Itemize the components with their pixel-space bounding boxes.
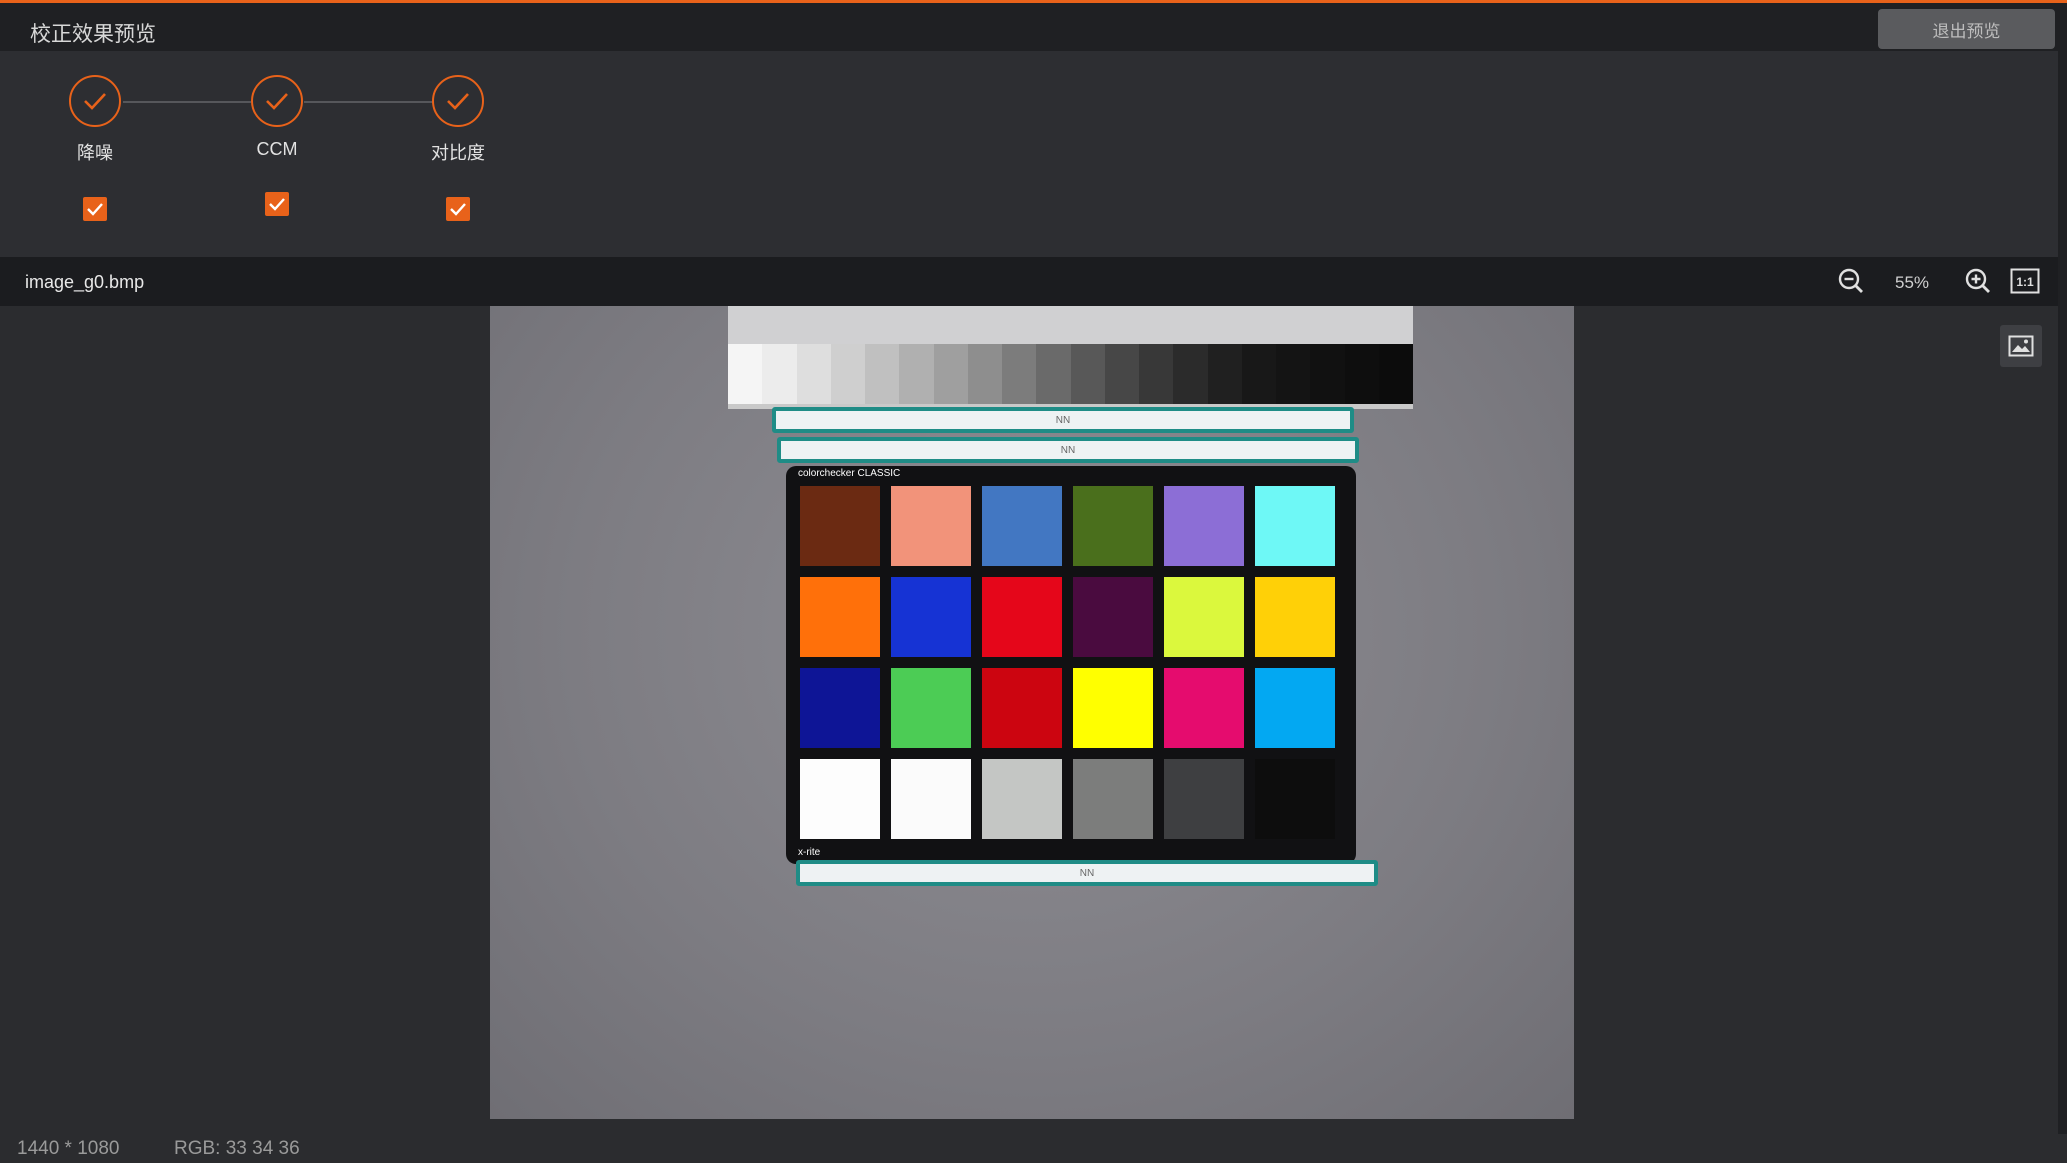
app-window: 校正效果预览 退出预览 降噪 CCM 对比度 image_g0.bmp 55% … — [0, 0, 2067, 1163]
color-patch — [800, 486, 880, 566]
color-patch — [1073, 577, 1153, 657]
gray-step — [1070, 344, 1105, 404]
gray-step — [1276, 344, 1311, 404]
gray-step — [865, 344, 900, 404]
gray-step — [1036, 344, 1071, 404]
window-title: 校正效果预览 — [30, 23, 156, 46]
step-contrast: 对比度 — [393, 75, 523, 221]
color-patch — [1164, 759, 1244, 839]
card-footer: x-rite — [798, 847, 821, 858]
status-bar: 1440 * 1080 RGB: 33 34 36 — [0, 1134, 2067, 1163]
title-bar: 校正效果预览 退出预览 — [0, 3, 2067, 51]
gray-scale-ruler — [728, 306, 1413, 344]
gray-step — [1344, 344, 1379, 404]
color-patch — [1164, 668, 1244, 748]
gray-step — [1139, 344, 1174, 404]
gray-step — [1002, 344, 1037, 404]
step-denoise: 降噪 — [30, 75, 160, 221]
gray-scale-chart — [728, 306, 1413, 409]
gray-step — [830, 344, 865, 404]
window-edge — [2058, 51, 2067, 1163]
colorchecker-card: colorchecker CLASSIC x-rite — [786, 466, 1356, 864]
step-checkbox[interactable] — [83, 197, 107, 221]
gray-step — [933, 344, 968, 404]
step-done-icon — [251, 75, 303, 127]
color-patch — [1255, 759, 1335, 839]
exit-preview-button[interactable]: 退出预览 — [1878, 9, 2055, 49]
step-checkbox[interactable] — [446, 197, 470, 221]
color-patch — [982, 486, 1062, 566]
gray-step — [1173, 344, 1208, 404]
gray-step — [1104, 344, 1139, 404]
color-patch — [1164, 577, 1244, 657]
color-patch — [1073, 759, 1153, 839]
color-patch — [891, 668, 971, 748]
gray-steps — [728, 344, 1413, 404]
gray-step — [1310, 344, 1345, 404]
zoom-level: 55% — [1894, 273, 1930, 292]
color-patch — [891, 486, 971, 566]
step-done-icon — [432, 75, 484, 127]
gray-step — [796, 344, 831, 404]
color-patch — [891, 759, 971, 839]
color-patch — [1255, 486, 1335, 566]
image-toolbar: image_g0.bmp 55% 1:1 — [0, 257, 2067, 306]
step-label: 降噪 — [77, 143, 113, 163]
nn-label-bar: NN — [777, 437, 1359, 463]
preview-image: NN NN colorchecker CLASSIC x-rite NN — [490, 306, 1574, 1119]
color-patch — [800, 668, 880, 748]
color-patch — [982, 759, 1062, 839]
correction-steps-panel: 降噪 CCM 对比度 — [0, 51, 2067, 257]
gray-step — [1378, 344, 1413, 404]
step-ccm: CCM — [212, 75, 342, 216]
step-checkbox[interactable] — [265, 192, 289, 216]
image-viewer[interactable]: NN NN colorchecker CLASSIC x-rite NN — [0, 306, 2067, 1134]
zoom-in-icon[interactable] — [1963, 266, 1993, 296]
color-patch — [1073, 486, 1153, 566]
file-name: image_g0.bmp — [25, 272, 145, 292]
step-label: CCM — [256, 139, 298, 159]
gray-step — [728, 344, 763, 404]
card-brand: colorchecker CLASSIC — [798, 468, 901, 479]
image-size: 1440 * 1080 — [17, 1138, 120, 1159]
color-patch — [891, 577, 971, 657]
actual-size-icon[interactable]: 1:1 — [2010, 268, 2040, 294]
step-label: 对比度 — [431, 143, 485, 163]
nn-label-bar: NN — [796, 860, 1378, 886]
color-patch — [982, 577, 1062, 657]
gray-step — [1207, 344, 1242, 404]
zoom-out-icon[interactable] — [1836, 266, 1866, 296]
image-icon[interactable] — [2000, 325, 2042, 367]
nn-label-bar: NN — [772, 407, 1354, 433]
color-patch — [1073, 668, 1153, 748]
color-patch — [982, 668, 1062, 748]
color-patch — [1255, 577, 1335, 657]
gray-step — [762, 344, 797, 404]
gray-step — [967, 344, 1002, 404]
actual-size-label: 1:1 — [2016, 275, 2034, 289]
color-patch — [800, 759, 880, 839]
gray-step — [899, 344, 934, 404]
step-done-icon — [69, 75, 121, 127]
color-patch — [800, 577, 880, 657]
color-patch — [1255, 668, 1335, 748]
pixel-rgb: RGB: 33 34 36 — [174, 1138, 300, 1159]
gray-step — [1241, 344, 1276, 404]
color-patch-grid — [800, 486, 1335, 839]
color-patch — [1164, 486, 1244, 566]
